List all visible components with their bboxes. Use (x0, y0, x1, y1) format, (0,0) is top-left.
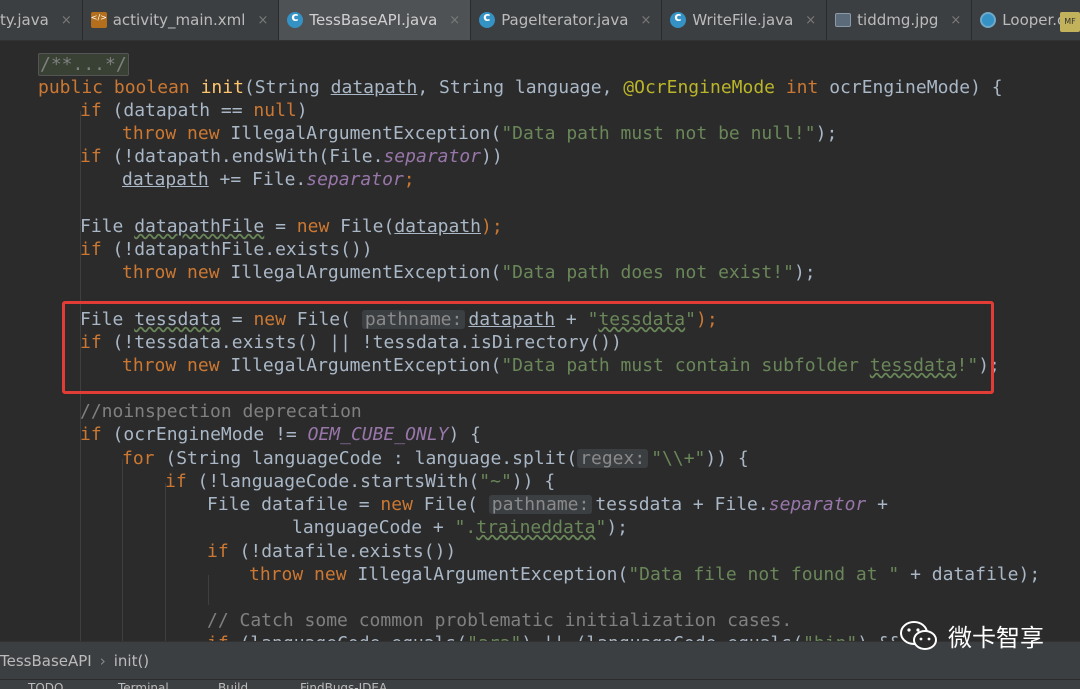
code-line: File datafile = new File( pathname: tessd… (207, 494, 888, 515)
java-class-icon (479, 10, 496, 28)
tab-tiddmg-jpg[interactable]: tiddmg.jpg × (827, 0, 973, 40)
java-class-icon (287, 10, 304, 28)
code-line: // Catch some common problematic initial… (207, 609, 792, 632)
indent-guide (122, 459, 123, 641)
method-name: init (200, 77, 244, 98)
code-line: public boolean init(String datapath, Str… (38, 77, 1003, 98)
close-icon[interactable]: × (805, 13, 816, 28)
breadcrumb-method[interactable]: init() (114, 652, 149, 670)
code-line: languageCode + ".traineddata"); (292, 517, 628, 538)
code-line: //noinspection deprecation (80, 400, 362, 423)
close-icon[interactable]: × (257, 13, 268, 28)
wechat-icon (900, 620, 937, 650)
editor-tab-bar: ty.java × activity_main.xml × TessBaseAP… (0, 0, 1080, 41)
highlight-box (62, 301, 994, 394)
tab-activity-main-xml[interactable]: activity_main.xml × (83, 0, 280, 40)
tab-label: WriteFile.java (692, 11, 794, 29)
tab-label: ty.java (0, 11, 49, 29)
tab-pageiterator-java[interactable]: PageIterator.java × (471, 0, 663, 40)
code-line: if (ocrEngineMode != OEM_CUBE_ONLY) { (80, 424, 482, 445)
code-line: if (!languageCode.startsWith("~")) { (165, 471, 556, 492)
close-icon[interactable]: × (640, 13, 651, 28)
close-icon[interactable]: × (449, 13, 460, 28)
tab-activity-java[interactable]: ty.java × (0, 0, 83, 40)
code-line: if (!datapathFile.exists()) (80, 239, 373, 260)
code-line: if (languageCode.equals("ara") || (langu… (207, 632, 901, 641)
parameter-hint: regex: (577, 449, 649, 468)
code-comment: // Catch some common problematic initial… (207, 610, 793, 631)
code-line: throw new IllegalArgumentException("Data… (122, 123, 838, 144)
close-icon[interactable]: × (950, 13, 961, 28)
tab-tessbaseapi-java[interactable]: TessBaseAPI.java × (279, 0, 472, 40)
watermark: 微卡智享 (900, 618, 1044, 653)
image-file-icon (835, 13, 852, 27)
code-editor[interactable]: /**...*/ public boolean init(String data… (0, 41, 1080, 641)
code-line: throw new IllegalArgumentException("Data… (249, 564, 1041, 585)
tab-label: TessBaseAPI.java (309, 11, 438, 29)
indent-guide (208, 575, 209, 605)
tab-writefile-java[interactable]: WriteFile.java × (662, 0, 828, 40)
code-line: for (String languageCode : language.spli… (122, 448, 749, 469)
manifest-file-icon[interactable]: MF (1060, 12, 1080, 32)
annotation: @OcrEngineMode (623, 77, 775, 98)
constant: OEM_CUBE_ONLY (307, 424, 449, 445)
code-line: if (!datapath.endsWith(File.separator)) (80, 146, 503, 167)
code-line: /**...*/ (38, 53, 129, 76)
watermark-text: 微卡智享 (948, 624, 1044, 652)
java-class-icon (670, 10, 687, 28)
tab-label: PageIterator.java (501, 11, 629, 29)
parameter-hint: pathname: (488, 495, 593, 514)
folded-comment[interactable]: /**...*/ (38, 53, 129, 76)
xml-file-icon (90, 12, 107, 28)
close-icon[interactable]: × (61, 13, 72, 28)
tab-label: tiddmg.jpg (857, 11, 939, 29)
code-line: datapath += File.separator; (122, 169, 415, 190)
indent-guide (165, 483, 166, 641)
class-file-icon (980, 12, 997, 28)
tab-label: activity_main.xml (112, 11, 246, 29)
code-line: if (!datafile.exists()) (207, 541, 457, 562)
chevron-right-icon: › (99, 652, 106, 670)
code-line: throw new IllegalArgumentException("Data… (122, 262, 816, 283)
code-comment: //noinspection deprecation (80, 401, 362, 422)
breadcrumb-class[interactable]: TessBaseAPI (0, 652, 92, 670)
code-line: File datapathFile = new File(datapath); (80, 216, 503, 237)
code-line: if (datapath == null) (80, 100, 308, 121)
